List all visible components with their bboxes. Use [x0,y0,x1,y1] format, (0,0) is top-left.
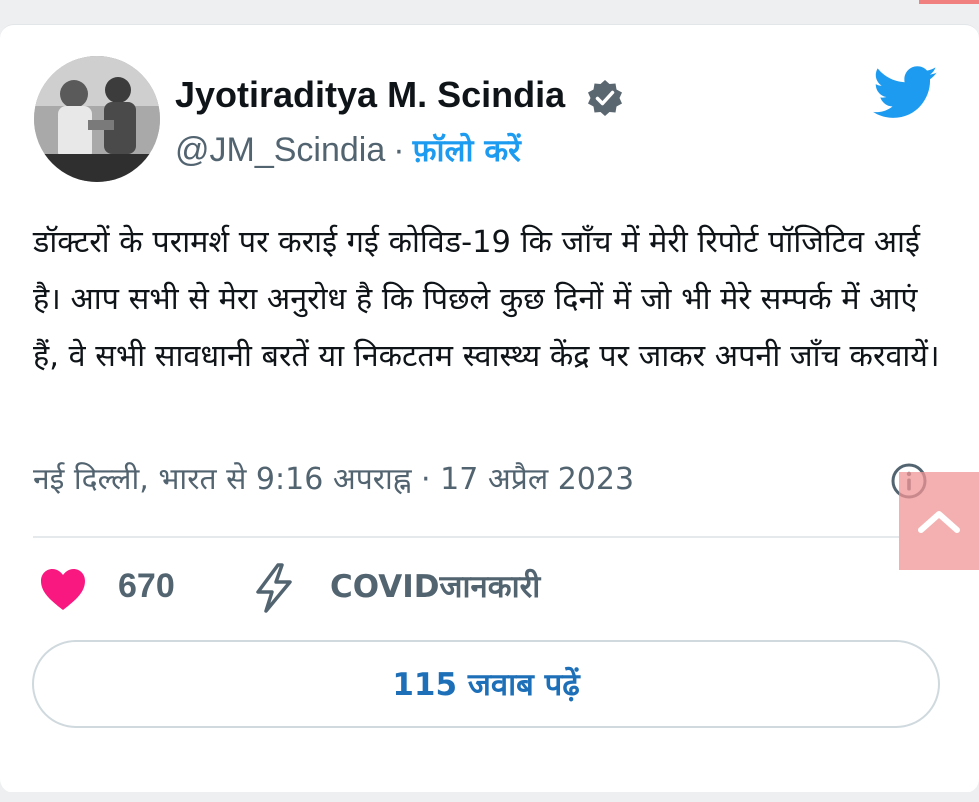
read-replies-button[interactable]: 115 जवाब पढ़ें [32,640,940,728]
divider [33,536,899,538]
author-display-name[interactable]: Jyotiraditya M. Scindia [175,72,565,118]
author-handle-line: @JM_Scindia · फ़ॉलो करें [175,128,521,173]
handle-separator: · [393,131,405,169]
bottom-strip [0,792,979,802]
tweet-text: डॉक्टरों के परामर्श पर कराई गई कोविड-19 … [33,225,940,374]
meta-separator: · [421,462,431,497]
author-handle[interactable]: @JM_Scindia [175,131,385,169]
heart-icon[interactable] [38,566,88,612]
lightning-bolt-icon [256,563,292,613]
topic-link[interactable]: COVIDजानकारी [330,563,540,611]
avatar-photo [34,56,160,182]
tweet-date[interactable]: 17 अप्रैल 2023 [440,462,634,497]
verified-badge-icon [588,80,622,116]
avatar[interactable] [34,56,160,182]
chevron-up-icon [918,511,960,533]
tweet-location: नई दिल्ली, भारत से [33,462,247,497]
tweet-meta: नई दिल्ली, भारत से 9:16 अपराह्न · 17 अप्… [33,456,634,504]
tweet-time[interactable]: 9:16 अपराह्न [256,462,412,497]
scroll-to-top-button[interactable] [899,472,979,570]
follow-button[interactable]: फ़ॉलो करें [413,133,521,169]
top-accent-bar [919,0,979,4]
like-count[interactable]: 670 [118,562,175,610]
twitter-bird-icon[interactable] [873,66,939,120]
